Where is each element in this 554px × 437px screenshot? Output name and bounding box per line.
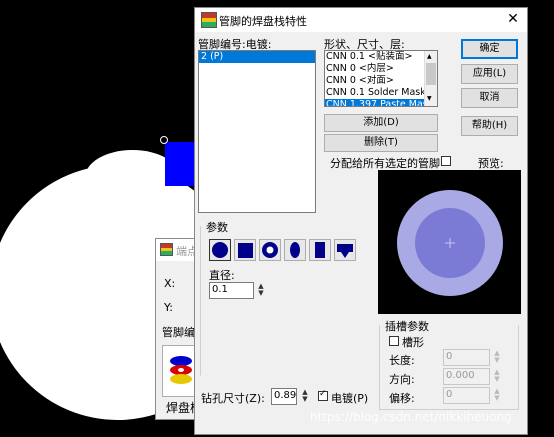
pin-list[interactable]: 2 (P)	[198, 50, 316, 213]
plated-label: 电镀(P)	[331, 392, 369, 405]
apply-button[interactable]: 应用(L)	[461, 64, 518, 84]
square-shape-icon	[238, 243, 253, 258]
slotted-label: 槽形	[402, 336, 424, 349]
shape-square-button[interactable]	[234, 239, 256, 261]
diameter-spinner[interactable]: ▲ ▼	[257, 283, 265, 297]
slotted-checkbox[interactable]	[389, 336, 399, 346]
shape-oval-button[interactable]	[284, 239, 306, 261]
oval-shape-icon	[290, 242, 300, 258]
layer-list-item[interactable]: CNN 0 <内层>	[325, 63, 437, 75]
pad-preview	[397, 190, 503, 296]
slot-offset-spinner[interactable]: ▲ ▼	[493, 388, 501, 402]
circle-shape-icon	[212, 242, 228, 258]
slot-length-spinner[interactable]: ▲ ▼	[493, 350, 501, 364]
layer-list-item[interactable]: CNN 0 <对面>	[325, 75, 437, 87]
x-label: X:	[164, 277, 176, 290]
preview-pane	[378, 170, 521, 314]
slot-orientation-input[interactable]: 0.000	[443, 368, 490, 385]
delete-button[interactable]: 删除(T)	[324, 134, 438, 152]
assign-all-label: 分配给所有选定的管脚	[330, 157, 440, 170]
drill-size-label: 钻孔尺寸(Z):	[201, 392, 265, 405]
odd-shape-icon	[337, 244, 353, 258]
drill-size-spinner[interactable]: ▲ ▼	[301, 389, 309, 403]
padstack-icon	[170, 356, 192, 384]
dialog-title: 管脚的焊盘栈特性	[219, 15, 307, 28]
slot-orientation-label: 方向:	[389, 373, 415, 386]
drill-size-input[interactable]: 0.89	[271, 388, 297, 405]
assign-all-checkbox[interactable]	[441, 156, 451, 166]
watermark: https://blog.csdn.net/nikkiheuong	[310, 410, 512, 424]
add-button[interactable]: 添加(D)	[324, 114, 438, 132]
y-label: Y:	[164, 301, 173, 314]
scroll-up-icon[interactable]: ▲	[427, 53, 432, 60]
plated-checkbox[interactable]: ✓	[318, 389, 328, 401]
preview-label: 预览:	[478, 157, 504, 170]
close-icon[interactable]: ✕	[505, 11, 521, 27]
layer-list-item[interactable]: CNN 0.1 Solder Mask To	[325, 87, 437, 99]
slot-length-label: 长度:	[389, 354, 415, 367]
cursor-marker	[160, 136, 168, 144]
app-icon	[160, 243, 173, 256]
scroll-down-icon[interactable]: ▼	[427, 95, 432, 102]
shape-rectangle-button[interactable]	[309, 239, 331, 261]
diameter-label: 直径:	[209, 269, 235, 282]
scroll-thumb[interactable]	[426, 63, 436, 85]
cancel-button[interactable]: 取消	[461, 88, 518, 108]
dialog-titlebar: 管脚的焊盘栈特性 ✕	[195, 8, 527, 32]
checkmark-icon: ✓	[319, 389, 327, 399]
help-button[interactable]: 帮助(H)	[461, 116, 518, 136]
shape-circle-button[interactable]	[209, 239, 231, 261]
app-icon	[201, 12, 217, 28]
layer-list-item[interactable]: CNN 1.397 Paste Mask	[325, 99, 437, 106]
pin-list-item[interactable]: 2 (P)	[199, 51, 315, 63]
slot-offset-label: 偏移:	[389, 392, 415, 405]
shape-odd-button[interactable]	[334, 239, 356, 261]
layer-list[interactable]: CNN 0.1 <贴装面> CNN 0 <内层> CNN 0 <对面> CNN …	[324, 50, 438, 107]
shape-ring-button[interactable]	[259, 239, 281, 261]
slot-length-input[interactable]: 0	[443, 349, 490, 366]
ring-shape-icon	[262, 242, 278, 258]
slot-orientation-spinner[interactable]: ▲ ▼	[493, 369, 501, 383]
diameter-input[interactable]: 0.1	[209, 282, 254, 299]
layer-list-item[interactable]: CNN 0.1 <贴装面>	[325, 51, 437, 63]
ok-button[interactable]: 确定	[461, 39, 518, 59]
layer-list-scrollbar[interactable]: ▲ ▼	[424, 51, 437, 106]
slot-offset-input[interactable]: 0	[443, 387, 490, 404]
rectangle-shape-icon	[315, 242, 325, 258]
